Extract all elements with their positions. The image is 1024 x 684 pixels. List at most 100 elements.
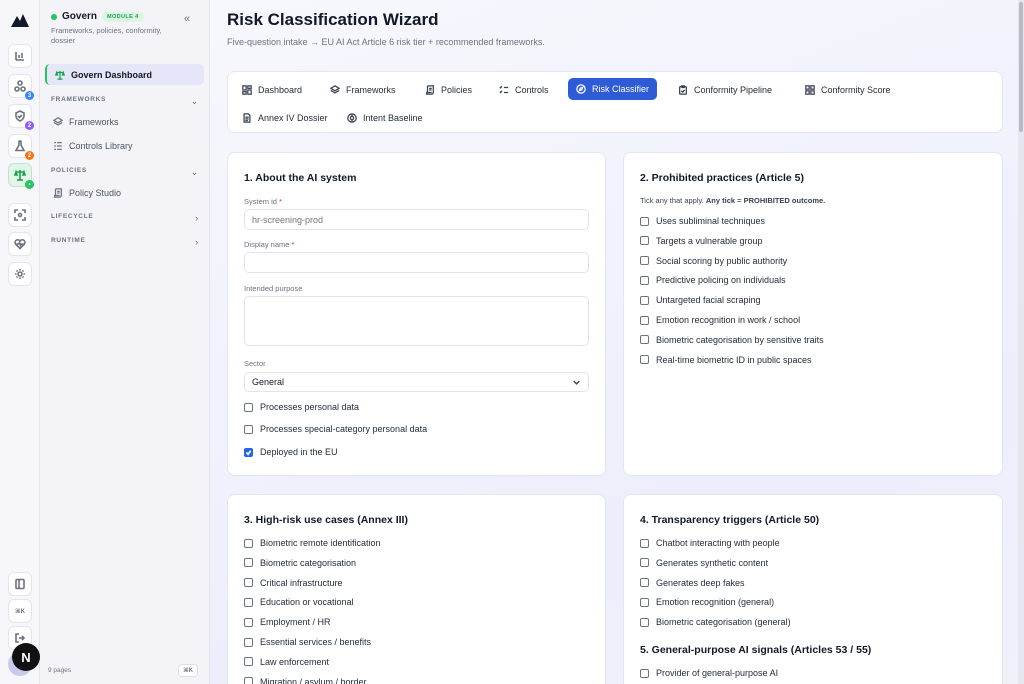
checkbox[interactable] bbox=[640, 335, 649, 345]
rail-govern-button[interactable]: • bbox=[8, 163, 34, 189]
checkbox-row[interactable]: Emotion recognition (general) bbox=[640, 597, 774, 607]
checkbox[interactable] bbox=[640, 256, 649, 266]
rail-models-button[interactable]: 3 bbox=[8, 74, 34, 100]
checkbox-row[interactable]: Employment / HR bbox=[244, 617, 331, 627]
checkbox[interactable] bbox=[640, 275, 649, 285]
tab-conformity-score[interactable]: Conformity Score bbox=[797, 79, 899, 100]
checkbox-row[interactable]: Biometric remote identification bbox=[244, 538, 381, 548]
checkbox[interactable] bbox=[640, 617, 649, 627]
display-name-input[interactable] bbox=[244, 252, 589, 273]
checkbox-row[interactable]: Biometric categorisation bbox=[244, 558, 356, 568]
section-frameworks[interactable]: FRAMEWORKS ⌄ bbox=[51, 96, 199, 107]
tab-intent-baseline[interactable]: Intent Baseline bbox=[339, 107, 431, 128]
check-icon bbox=[245, 449, 252, 456]
sector-select[interactable]: General bbox=[244, 372, 589, 392]
sidebar-item-controls-library[interactable]: Controls Library bbox=[45, 135, 204, 156]
checkbox-row[interactable]: Essential services / benefits bbox=[244, 637, 371, 647]
gear-icon bbox=[15, 269, 25, 279]
checkbox-row[interactable]: Education or vocational bbox=[244, 597, 354, 607]
sidebar-item-policy-studio[interactable]: Policy Studio bbox=[45, 182, 204, 203]
checkbox-row[interactable]: Emotion recognition in work / school bbox=[640, 315, 800, 325]
rail-active-dot: • bbox=[25, 180, 34, 189]
checkbox[interactable] bbox=[640, 355, 649, 365]
checkbox[interactable] bbox=[640, 597, 649, 607]
rail-badge: 2 bbox=[25, 121, 34, 130]
section-runtime[interactable]: RUNTIME › bbox=[51, 237, 199, 247]
checkbox-label: Essential services / benefits bbox=[260, 637, 372, 647]
checkbox[interactable] bbox=[244, 578, 253, 588]
checkbox-row[interactable]: Predictive policing on individuals bbox=[640, 275, 786, 285]
checkbox[interactable] bbox=[640, 315, 649, 325]
scrollbar[interactable] bbox=[1018, 0, 1024, 684]
rail-docs-button[interactable] bbox=[8, 572, 32, 596]
checkbox[interactable] bbox=[244, 558, 253, 568]
checkbox[interactable] bbox=[244, 538, 253, 548]
tab-policies[interactable]: Policies bbox=[417, 79, 480, 100]
checkbox[interactable] bbox=[244, 657, 253, 667]
checkbox[interactable] bbox=[244, 402, 253, 412]
checkbox[interactable] bbox=[640, 578, 649, 588]
chevron-down-icon: ⌄ bbox=[190, 96, 199, 106]
dev-indicator-badge[interactable]: N bbox=[12, 643, 40, 671]
card-title: 4. Transparency triggers (Article 50) bbox=[640, 514, 820, 526]
checkbox[interactable] bbox=[640, 558, 649, 568]
tab-controls[interactable]: Controls bbox=[491, 79, 557, 100]
scroll-icon bbox=[426, 84, 434, 95]
checkbox[interactable] bbox=[244, 637, 253, 647]
checkbox-row[interactable]: Chatbot interacting with people bbox=[640, 538, 780, 548]
tab-label: Dashboard bbox=[258, 84, 303, 95]
rail-health-button[interactable] bbox=[8, 232, 32, 256]
rail-command-button[interactable]: ⌘K bbox=[8, 599, 32, 623]
checkbox-row[interactable]: Real-time biometric ID in public spaces bbox=[640, 355, 812, 365]
checkbox-row[interactable]: Biometric categorisation (general) bbox=[640, 617, 791, 627]
checkbox[interactable] bbox=[640, 668, 649, 678]
sidebar-item-govern-dashboard[interactable]: Govern Dashboard bbox=[45, 64, 204, 85]
checkbox-checked[interactable] bbox=[244, 447, 253, 457]
checkbox[interactable] bbox=[244, 597, 253, 607]
checkbox[interactable] bbox=[244, 677, 253, 684]
tab-annex-iv-dossier[interactable]: Annex IV Dossier bbox=[234, 107, 336, 128]
personal-data-checkbox-row[interactable]: Processes personal data bbox=[244, 402, 359, 412]
rail-settings-button[interactable] bbox=[8, 262, 32, 286]
compass-icon bbox=[576, 84, 586, 94]
section-policies[interactable]: POLICIES ⌄ bbox=[51, 167, 199, 178]
checkbox-row[interactable]: Generates synthetic content bbox=[640, 558, 768, 568]
checkbox[interactable] bbox=[640, 216, 649, 226]
checkbox[interactable] bbox=[244, 424, 253, 434]
tab-risk-classifier[interactable]: Risk Classifier bbox=[568, 78, 658, 100]
rail-analytics-button[interactable] bbox=[8, 44, 32, 68]
checkbox-row[interactable]: Provider of general-purpose AI bbox=[640, 668, 778, 678]
checkbox-row[interactable]: Targets a vulnerable group bbox=[640, 236, 763, 246]
tab-dashboard[interactable]: Dashboard bbox=[234, 79, 310, 100]
sidebar-footer: 9 pages ⌘K bbox=[48, 664, 198, 677]
checkbox-label: Education or vocational bbox=[260, 597, 354, 608]
rail-lab-button[interactable]: 2 bbox=[8, 134, 34, 160]
checkbox[interactable] bbox=[244, 617, 253, 627]
tab-frameworks[interactable]: Frameworks bbox=[322, 79, 404, 100]
system-id-input[interactable] bbox=[244, 209, 589, 230]
command-palette-shortcut[interactable]: ⌘K bbox=[178, 664, 198, 677]
checkbox-row[interactable]: Migration / asylum / border bbox=[244, 677, 367, 684]
checkbox-row[interactable]: Law enforcement bbox=[244, 657, 329, 667]
mountain-logo-icon[interactable] bbox=[10, 12, 30, 28]
special-category-checkbox-row[interactable]: Processes special-category personal data bbox=[244, 424, 427, 434]
sidebar-item-frameworks[interactable]: Frameworks bbox=[45, 111, 204, 132]
checkbox-row[interactable]: Social scoring by public authority bbox=[640, 256, 787, 266]
collapse-sidebar-icon[interactable]: « bbox=[184, 13, 190, 25]
checkbox-row[interactable]: Untargeted facial scraping bbox=[640, 295, 761, 305]
checkbox[interactable] bbox=[640, 295, 649, 305]
checkbox-row[interactable]: Critical infrastructure bbox=[244, 578, 343, 588]
checkbox-row[interactable]: Biometric categorisation by sensitive tr… bbox=[640, 335, 824, 345]
intended-purpose-textarea[interactable] bbox=[244, 296, 589, 346]
section-lifecycle[interactable]: LIFECYCLE › bbox=[51, 213, 199, 223]
checkbox-label: Biometric remote identification bbox=[260, 538, 381, 548]
tab-conformity-pipeline[interactable]: Conformity Pipeline bbox=[670, 79, 780, 100]
checkbox[interactable] bbox=[640, 538, 649, 548]
checkbox[interactable] bbox=[640, 236, 649, 246]
rail-shield-button[interactable]: 2 bbox=[8, 104, 34, 130]
checkbox-row[interactable]: Generates deep fakes bbox=[640, 578, 745, 588]
deployed-eu-checkbox-row[interactable]: Deployed in the EU bbox=[244, 447, 338, 457]
checkbox-row[interactable]: Uses subliminal techniques bbox=[640, 216, 765, 226]
scrollbar-thumb[interactable] bbox=[1019, 2, 1023, 132]
rail-scan-button[interactable] bbox=[8, 203, 32, 227]
